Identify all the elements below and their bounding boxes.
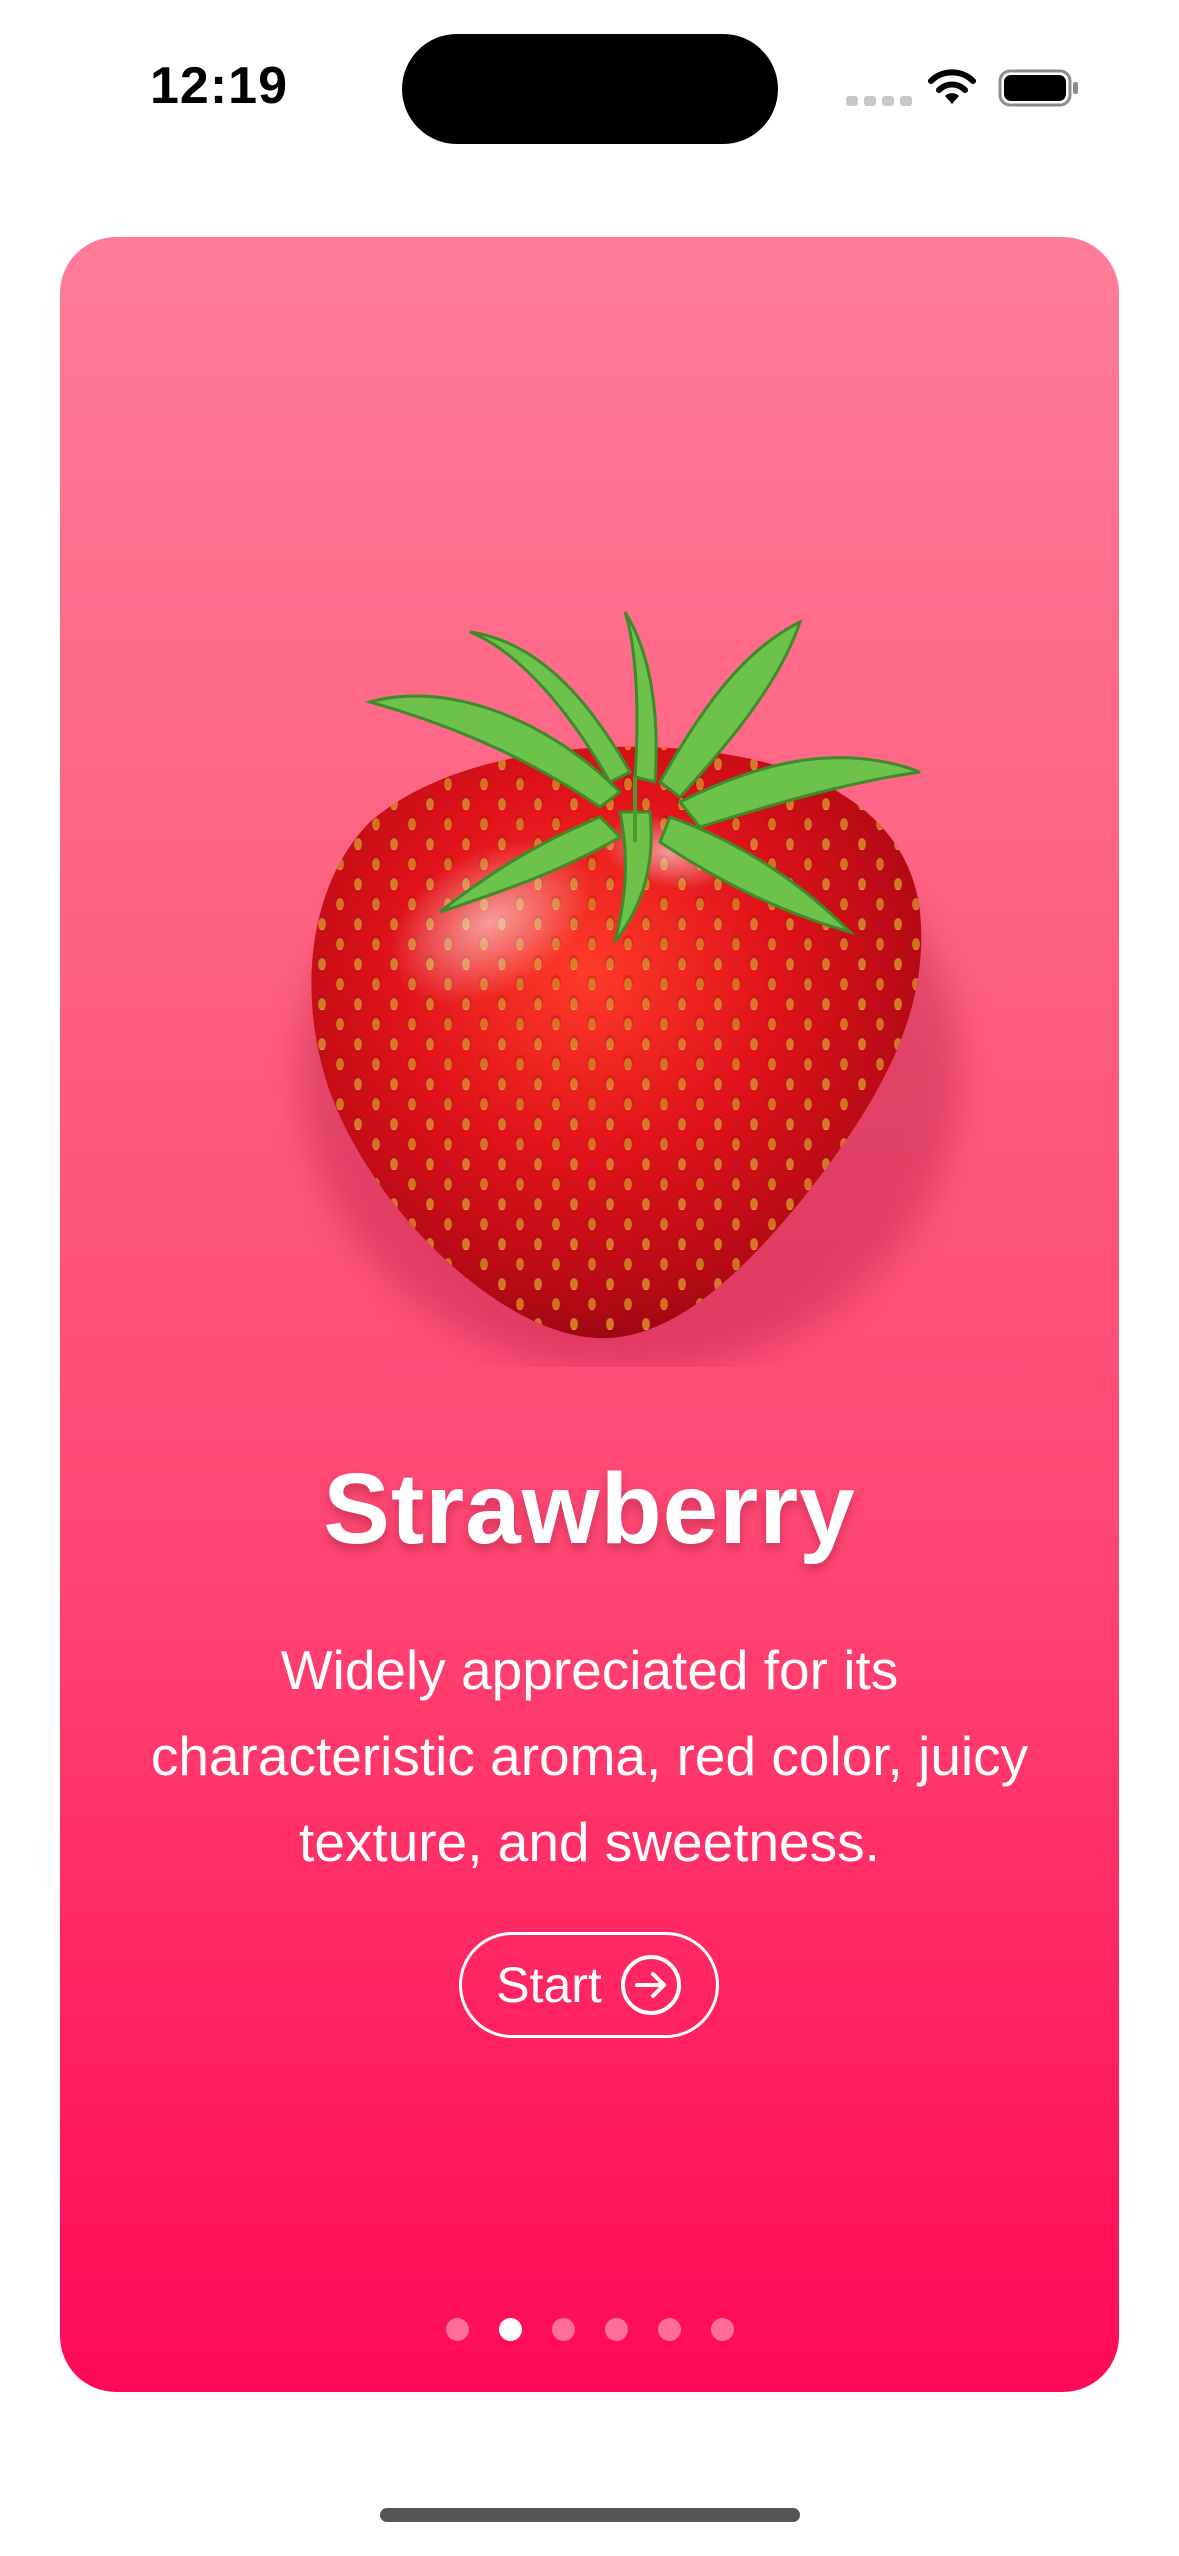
onboarding-card: Strawberry Widely appreciated for its ch… <box>60 237 1119 2392</box>
page-dot-6[interactable] <box>710 2318 734 2341</box>
page-dot-3[interactable] <box>551 2318 575 2341</box>
start-button[interactable]: Start <box>459 1932 719 2038</box>
strawberry-image <box>300 611 960 1367</box>
battery-icon <box>998 69 1078 107</box>
status-time: 12:19 <box>150 57 288 115</box>
arrow-right-circle-icon <box>620 1955 681 2015</box>
slide-title: Strawberry <box>323 1453 856 1565</box>
page-dot-2-active[interactable] <box>498 2318 522 2341</box>
page-dot-1[interactable] <box>445 2318 469 2341</box>
start-button-label: Start <box>496 1957 602 2013</box>
dynamic-island <box>402 34 778 144</box>
page-indicator <box>60 2318 1119 2341</box>
wifi-icon <box>928 69 976 104</box>
cellular-signal-icon <box>846 96 912 106</box>
slide-description: Widely appreciated for its characteristi… <box>150 1639 1029 1873</box>
page-dot-5[interactable] <box>657 2318 681 2341</box>
home-indicator[interactable] <box>380 2508 800 2522</box>
page-dot-4[interactable] <box>604 2318 628 2341</box>
